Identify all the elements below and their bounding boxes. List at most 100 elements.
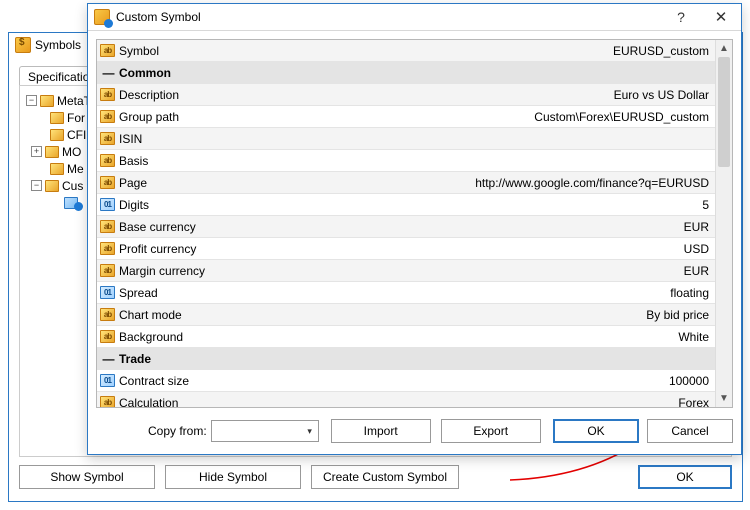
tree-item-label: CFI [67, 128, 86, 142]
property-row[interactable]: ab Page http://www.google.com/finance?q=EU… [97, 172, 715, 194]
text-prop-icon: ab [100, 44, 115, 57]
text-prop-icon: ab [100, 176, 115, 189]
property-row[interactable]: abBackgroundWhite [97, 326, 715, 348]
tree-item-label: MO [62, 145, 81, 159]
text-prop-icon: ab [100, 242, 115, 255]
dialog-cancel-button[interactable]: Cancel [647, 419, 733, 443]
property-value[interactable]: USD [267, 238, 715, 260]
property-row[interactable]: —Common [97, 62, 715, 84]
property-grid[interactable]: ab Symbol EURUSD_custom—Common ab Descriptio… [96, 39, 733, 408]
tree-item-label: Me [67, 162, 84, 176]
property-row[interactable]: ab Group path Custom\Forex\EURUSD_custom [97, 106, 715, 128]
property-row[interactable]: 01 Contract size 100000 [97, 370, 715, 392]
show-symbol-button[interactable]: Show Symbol [19, 465, 155, 489]
property-value[interactable] [267, 128, 715, 150]
chevron-down-icon: ▾ [302, 426, 318, 437]
property-value[interactable]: 100000 [267, 370, 715, 392]
vertical-scrollbar[interactable]: ▲ ▼ [715, 40, 732, 407]
property-row[interactable]: ab Profit currency USD [97, 238, 715, 260]
folder-icon [50, 129, 64, 141]
copy-from-combo[interactable]: ▾ [211, 420, 319, 442]
property-value[interactable]: http://www.google.com/finance?q=EURUSD [267, 172, 715, 194]
hide-symbol-button[interactable]: Hide Symbol [165, 465, 301, 489]
property-key: ISIN [119, 132, 142, 146]
property-value[interactable]: EURUSD_custom [267, 40, 715, 62]
property-row[interactable]: ab Description Euro vs US Dollar [97, 84, 715, 106]
tree-expand-icon[interactable]: + [31, 146, 42, 157]
property-row[interactable]: 01 Digits 5 [97, 194, 715, 216]
property-row[interactable]: ab Chart mode By bid price [97, 304, 715, 326]
property-key: Profit currency [119, 242, 196, 256]
scroll-up-icon[interactable]: ▲ [716, 40, 732, 57]
tree-collapse-icon[interactable]: − [26, 95, 37, 106]
property-value[interactable]: Custom\Forex\EURUSD_custom [267, 106, 715, 128]
property-row[interactable]: —Trade [97, 348, 715, 370]
property-row[interactable]: ab Margin currency EUR [97, 260, 715, 282]
copy-from-label: Copy from: [148, 424, 207, 438]
close-button[interactable]: ✕ [701, 4, 741, 31]
dialog-ok-button[interactable]: OK [553, 419, 639, 443]
dialog-titlebar[interactable]: Custom Symbol ? ✕ [88, 4, 741, 31]
import-button[interactable]: Import [331, 419, 431, 443]
folder-icon [50, 163, 64, 175]
property-key: Base currency [119, 220, 196, 234]
property-key: Digits [119, 198, 149, 212]
numeric-prop-icon: 01 [100, 374, 115, 387]
export-button[interactable]: Export [441, 419, 541, 443]
property-key: Chart mode [119, 308, 182, 322]
help-button[interactable]: ? [661, 4, 701, 31]
scrollbar-thumb[interactable] [718, 57, 730, 167]
text-prop-icon: ab [100, 110, 115, 123]
symbols-title: Symbols [35, 38, 81, 52]
text-prop-icon: ab [100, 154, 115, 167]
property-value[interactable]: By bid price [267, 304, 715, 326]
text-prop-icon: ab [100, 308, 115, 321]
scroll-down-icon[interactable]: ▼ [716, 390, 732, 407]
text-prop-icon: ab [100, 264, 115, 277]
property-key: Trade [119, 352, 151, 366]
folder-icon [40, 95, 54, 107]
property-row[interactable]: ab Symbol EURUSD_custom [97, 40, 715, 62]
property-key: Page [119, 176, 147, 190]
property-value[interactable] [267, 150, 715, 172]
property-value[interactable]: EUR [267, 260, 715, 282]
property-key: Symbol [119, 44, 159, 58]
property-key: Description [119, 88, 179, 102]
property-row[interactable]: ab ISIN [97, 128, 715, 150]
tree-collapse-icon[interactable]: − [31, 180, 42, 191]
symbols-footer: Show Symbol Hide Symbol Create Custom Sy… [19, 465, 732, 491]
custom-symbol-dialog: Custom Symbol ? ✕ abSymbolEURUSD_custom—… [87, 3, 742, 455]
property-key: Calculation [119, 396, 178, 408]
folder-icon [45, 146, 59, 158]
symbols-ok-button[interactable]: OK [638, 465, 732, 489]
dialog-footer: Copy from: ▾ Import Export OK Cancel [96, 418, 733, 444]
dollar-folder-icon [15, 37, 31, 53]
property-value[interactable] [267, 348, 715, 370]
property-row[interactable]: abBase currencyEUR [97, 216, 715, 238]
property-row[interactable]: ab Basis [97, 150, 715, 172]
property-row[interactable]: 01 Spread floating [97, 282, 715, 304]
property-value[interactable]: Euro vs US Dollar [267, 84, 715, 106]
text-prop-icon: ab [100, 88, 115, 101]
text-prop-icon: ab [100, 132, 115, 145]
property-value[interactable]: White [267, 326, 715, 348]
numeric-prop-icon: 01 [100, 286, 115, 299]
text-prop-icon: ab [100, 330, 115, 343]
property-value[interactable]: EUR [267, 216, 715, 238]
property-key: Group path [119, 110, 179, 124]
text-prop-icon: ab [100, 396, 115, 407]
property-value[interactable]: floating [267, 282, 715, 304]
property-key: Contract size [119, 374, 189, 388]
property-key: Common [119, 66, 171, 80]
property-value[interactable] [267, 62, 715, 84]
property-key: Spread [119, 286, 158, 300]
create-custom-symbol-button[interactable]: Create Custom Symbol [311, 465, 459, 489]
property-value[interactable]: Forex [267, 392, 715, 408]
property-key: Basis [119, 154, 148, 168]
property-key: Margin currency [119, 264, 205, 278]
numeric-prop-icon: 01 [100, 198, 115, 211]
dialog-title: Custom Symbol [116, 10, 661, 24]
property-row[interactable]: ab Calculation Forex [97, 392, 715, 408]
gear-badge-icon [74, 202, 83, 211]
property-value[interactable]: 5 [267, 194, 715, 216]
